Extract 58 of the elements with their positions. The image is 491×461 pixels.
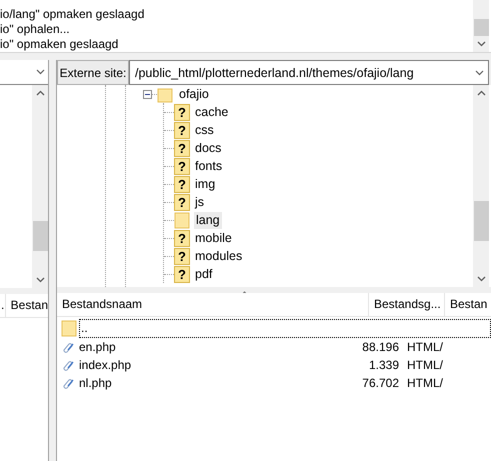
chevron-up-icon[interactable] bbox=[476, 90, 486, 96]
folder-icon bbox=[61, 320, 78, 336]
tree-item[interactable]: js bbox=[193, 194, 206, 210]
column-header[interactable]: Bestandsg... bbox=[369, 293, 445, 316]
unknown-folder-icon: ? bbox=[174, 266, 190, 282]
unknown-folder-icon: ? bbox=[174, 194, 190, 210]
collapse-icon[interactable] bbox=[143, 90, 152, 98]
tree-item[interactable]: fonts bbox=[193, 158, 224, 174]
unknown-folder-icon: ? bbox=[174, 122, 190, 138]
unknown-folder-icon: ? bbox=[174, 230, 190, 246]
unknown-folder-icon: ? bbox=[174, 248, 190, 264]
local-path-field[interactable] bbox=[0, 60, 48, 85]
file-type: HTML/ bbox=[407, 340, 443, 354]
unknown-folder-icon: ? bbox=[174, 140, 190, 156]
chevron-down-icon[interactable] bbox=[36, 277, 44, 283]
scrollbar[interactable] bbox=[473, 85, 489, 287]
file-type: HTML/ bbox=[407, 376, 443, 390]
scrollbar-thumb[interactable] bbox=[32, 221, 48, 251]
chevron-down-icon[interactable] bbox=[476, 41, 486, 47]
unknown-folder-icon: ? bbox=[174, 158, 190, 174]
unknown-folder-icon: ? bbox=[174, 104, 190, 120]
column-header[interactable]: . bbox=[0, 294, 6, 317]
column-header[interactable]: Bestandsnaam bbox=[57, 293, 369, 316]
scrollbar-thumb[interactable] bbox=[474, 201, 488, 241]
scrollbar[interactable] bbox=[473, 0, 489, 52]
tree-item[interactable]: mobile bbox=[193, 230, 234, 246]
scrollbar-thumb[interactable] bbox=[474, 19, 488, 36]
unknown-folder-icon: ? bbox=[174, 176, 190, 192]
file-size: 88.196 bbox=[361, 340, 399, 354]
remote-path-field[interactable]: /public_html/plotternederland.nl/themes/ofajio/lang bbox=[129, 60, 489, 85]
tree-item[interactable]: docs bbox=[193, 140, 224, 156]
file-name[interactable]: index.php bbox=[79, 358, 319, 372]
log-line: io" ophalen... bbox=[0, 22, 71, 37]
tree-item[interactable]: lang bbox=[194, 212, 222, 228]
file-size: 1.339 bbox=[368, 358, 399, 372]
folder-icon bbox=[157, 86, 174, 102]
scrollbar[interactable] bbox=[32, 85, 48, 288]
log-line: io/lang" opmaken geslaagd bbox=[0, 7, 146, 22]
column-header[interactable]: Bestan bbox=[6, 294, 48, 317]
tree-item[interactable]: pdf bbox=[193, 266, 214, 282]
file-type: HTML/ bbox=[407, 358, 443, 372]
column-header[interactable]: Bestan bbox=[445, 293, 491, 316]
remote-site-label[interactable]: Externe site: bbox=[57, 60, 129, 85]
tree-item[interactable]: ofajio bbox=[177, 86, 211, 102]
file-size: 76.702 bbox=[361, 376, 399, 390]
file-name[interactable]: en.php bbox=[79, 340, 319, 354]
tree-item[interactable]: img bbox=[193, 176, 218, 192]
log-line: io" opmaken geslaagd bbox=[0, 37, 120, 52]
chevron-up-icon[interactable] bbox=[36, 90, 44, 96]
folder-icon bbox=[174, 212, 191, 228]
chevron-down-icon[interactable] bbox=[36, 69, 45, 75]
tree-item[interactable]: css bbox=[193, 122, 216, 138]
file-name[interactable]: nl.php bbox=[79, 376, 319, 390]
chevron-down-icon[interactable] bbox=[475, 70, 484, 76]
file-name[interactable]: .. bbox=[79, 318, 491, 338]
tree-item[interactable]: modules bbox=[193, 248, 244, 264]
chevron-down-icon[interactable] bbox=[476, 276, 486, 282]
tree-item[interactable]: cache bbox=[193, 104, 230, 120]
